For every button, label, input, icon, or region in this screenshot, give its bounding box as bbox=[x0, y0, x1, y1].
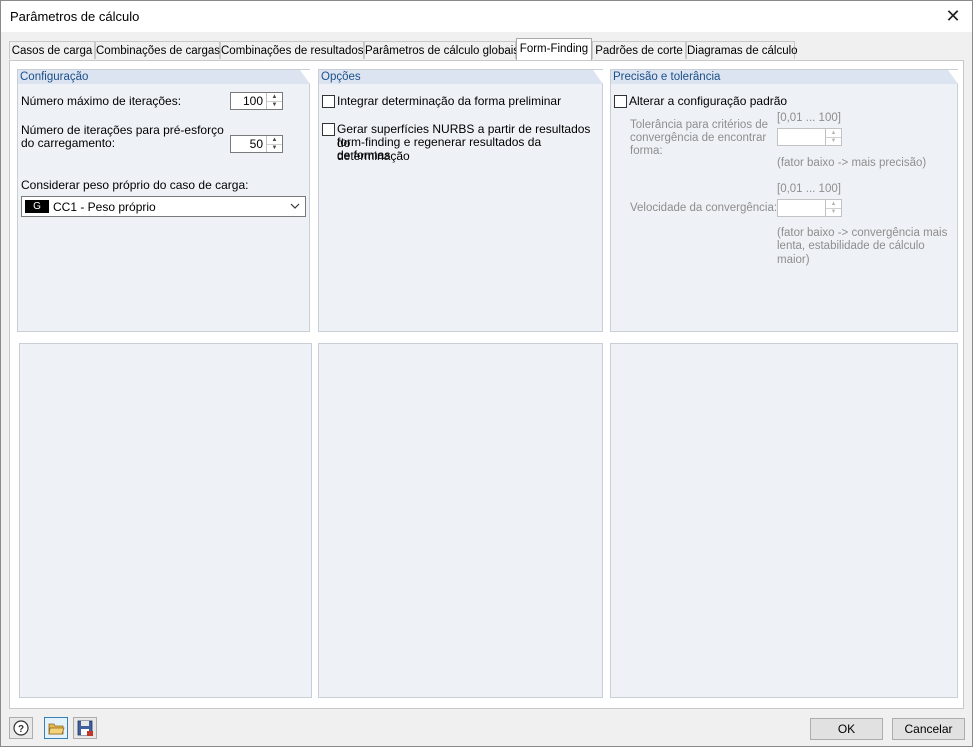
save-button[interactable] bbox=[73, 717, 97, 739]
selfweight-load-case-select[interactable]: G CC1 - Peso próprio bbox=[21, 196, 306, 217]
help-icon: ? bbox=[13, 720, 29, 736]
max-iterations-label: Número máximo de iterações: bbox=[21, 94, 182, 108]
prestress-iterations-value[interactable]: 50 bbox=[231, 136, 266, 152]
ok-button[interactable]: OK bbox=[810, 718, 883, 740]
selfweight-label: Considerar peso próprio do caso de carga… bbox=[21, 178, 249, 192]
empty-panel-left bbox=[19, 343, 312, 698]
speed-hint-2: lenta, estabilidade de cálculo maior) bbox=[777, 240, 925, 266]
prestress-iterations-spinner[interactable]: 50 ▲ ▼ bbox=[230, 135, 283, 153]
load-case-type-badge: G bbox=[25, 200, 49, 213]
title-bar: Parâmetros de cálculo ✕ bbox=[1, 1, 972, 32]
integrate-preliminary-form-label[interactable]: Integrar determinação da forma prelimina… bbox=[337, 94, 561, 108]
max-iterations-value[interactable]: 100 bbox=[231, 93, 266, 109]
tab-combinacoes-de-resultados[interactable]: Combinações de resultados bbox=[220, 41, 364, 59]
tab-form-finding[interactable]: Form-Finding bbox=[516, 38, 592, 60]
panel-header-configuracao: Configuração bbox=[18, 70, 310, 84]
tolerance-value[interactable] bbox=[778, 129, 825, 145]
change-default-checkbox[interactable] bbox=[614, 95, 627, 108]
open-folder-icon bbox=[48, 723, 65, 735]
tab-padroes-de-corte[interactable]: Padrões de corte bbox=[592, 41, 686, 59]
selfweight-selected-value: CC1 - Peso próprio bbox=[53, 200, 156, 214]
speed-hint-1: (fator baixo -> convergência mais bbox=[777, 227, 948, 239]
help-button[interactable]: ? bbox=[9, 717, 33, 739]
spin-down-icon[interactable]: ▼ bbox=[826, 208, 841, 216]
prestress-iterations-label-2: do carregamento: bbox=[21, 136, 116, 150]
tab-diagramas-de-calculo[interactable]: Diagramas de cálculo bbox=[686, 41, 798, 59]
spinner-arrows: ▲ ▼ bbox=[825, 129, 841, 145]
prestress-iterations-label-1: Número de iterações para pré-esforço bbox=[21, 123, 224, 137]
tolerance-label-2: convergência de encontrar bbox=[630, 132, 767, 144]
panel-header-precisao: Precisão e tolerância bbox=[611, 70, 958, 84]
spinner-arrows: ▲ ▼ bbox=[825, 200, 841, 216]
close-icon[interactable]: ✕ bbox=[942, 5, 964, 27]
tab-combinacoes-de-cargas[interactable]: Combinações de cargas bbox=[95, 41, 220, 59]
panel-header-opcoes: Opções bbox=[319, 70, 603, 84]
spinner-arrows: ▲ ▼ bbox=[266, 136, 282, 152]
chevron-down-icon bbox=[290, 203, 300, 209]
tolerance-range: [0,01 ... 100] bbox=[777, 112, 841, 124]
panel-configuracao: Configuração Número máximo de iterações:… bbox=[17, 69, 310, 332]
save-icon bbox=[77, 720, 93, 736]
change-default-label[interactable]: Alterar a configuração padrão bbox=[629, 94, 787, 108]
spin-down-icon[interactable]: ▼ bbox=[826, 137, 841, 145]
dialog-title: Parâmetros de cálculo bbox=[10, 9, 140, 24]
speed-spinner[interactable]: ▲ ▼ bbox=[777, 199, 842, 217]
spin-down-icon[interactable]: ▼ bbox=[267, 144, 282, 152]
tolerance-label-1: Tolerância para critérios de bbox=[630, 119, 769, 131]
tolerance-label-3: forma: bbox=[630, 145, 663, 157]
integrate-preliminary-form-checkbox[interactable] bbox=[322, 95, 335, 108]
panel-precisao: Precisão e tolerância Alterar a configur… bbox=[610, 69, 958, 332]
tolerance-hint: (fator baixo -> mais precisão) bbox=[777, 157, 927, 169]
speed-value[interactable] bbox=[778, 200, 825, 216]
empty-panel-middle bbox=[318, 343, 603, 698]
max-iterations-spinner[interactable]: 100 ▲ ▼ bbox=[230, 92, 283, 110]
speed-label: Velocidade da convergência: bbox=[630, 202, 778, 214]
generate-nurbs-checkbox[interactable] bbox=[322, 123, 335, 136]
speed-range: [0,01 ... 100] bbox=[777, 183, 841, 195]
tolerance-spinner[interactable]: ▲ ▼ bbox=[777, 128, 842, 146]
tab-parametros-globais[interactable]: Parâmetros de cálculo globais bbox=[364, 41, 519, 59]
svg-text:?: ? bbox=[18, 724, 24, 735]
empty-panel-right bbox=[610, 343, 958, 698]
tab-casos-de-carga[interactable]: Casos de carga bbox=[9, 41, 95, 59]
open-button[interactable] bbox=[44, 717, 68, 739]
tab-content: Configuração Número máximo de iterações:… bbox=[9, 60, 964, 709]
spin-down-icon[interactable]: ▼ bbox=[267, 101, 282, 109]
dialog-window: Parâmetros de cálculo ✕ Casos de carga C… bbox=[0, 0, 973, 747]
panel-opcoes: Opções Integrar determinação da forma pr… bbox=[318, 69, 603, 332]
spinner-arrows: ▲ ▼ bbox=[266, 93, 282, 109]
generate-nurbs-label-3[interactable]: de formas bbox=[337, 148, 390, 162]
cancel-button[interactable]: Cancelar bbox=[892, 718, 965, 740]
